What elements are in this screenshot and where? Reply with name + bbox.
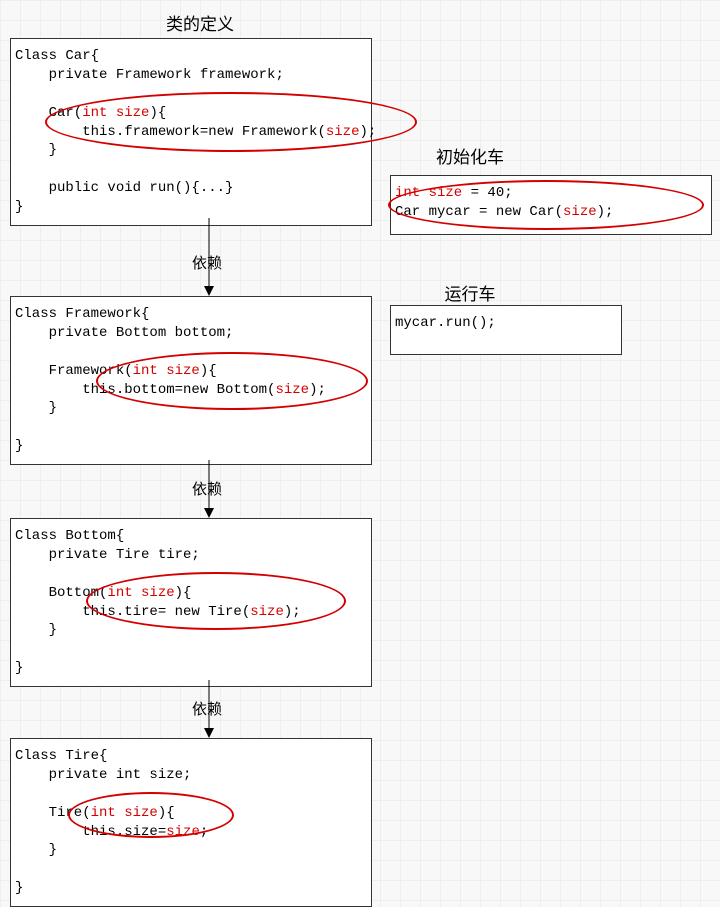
codebox-run: mycar.run();	[390, 305, 622, 355]
heading-run-car: 运行车	[430, 280, 510, 305]
code-line: this.size=	[15, 824, 166, 840]
code-line: Class Bottom{	[15, 528, 124, 544]
code-line: Car mycar = new Car(	[395, 204, 563, 220]
code-line: ){	[149, 105, 166, 121]
code-line: mycar.run();	[395, 315, 496, 331]
code-line: );	[309, 382, 326, 398]
heading-init-car: 初始化车	[430, 143, 510, 168]
code-line: private Framework framework;	[15, 67, 284, 83]
code-line: }	[15, 842, 57, 858]
codebox-bottom: Class Bottom{ private Tire tire; Bottom(…	[10, 518, 372, 687]
code-line-hl: size	[563, 204, 597, 220]
code-line: public void run(){...}	[15, 180, 233, 196]
code-line: }	[15, 660, 23, 676]
code-line-hl: int size	[133, 363, 200, 379]
code-line: Framework(	[15, 363, 133, 379]
code-line-hl: int size	[91, 805, 158, 821]
code-line: ){	[175, 585, 192, 601]
code-line: Class Tire{	[15, 748, 107, 764]
code-line: = 40;	[462, 185, 512, 201]
code-line: Bottom(	[15, 585, 107, 601]
code-line: }	[15, 142, 57, 158]
code-line-hl: int size	[395, 185, 462, 201]
code-line-hl: size	[166, 824, 200, 840]
arrow-label-depend-1: 依赖	[192, 252, 222, 273]
code-line: );	[597, 204, 614, 220]
code-line: }	[15, 880, 23, 896]
code-line: Tire(	[15, 805, 91, 821]
code-line: );	[284, 604, 301, 620]
code-line: }	[15, 199, 23, 215]
code-line: Class Framework{	[15, 306, 149, 322]
code-line: private Tire tire;	[15, 547, 200, 563]
code-line-hl: int size	[82, 105, 149, 121]
code-line-hl: size	[275, 382, 309, 398]
code-line: Car(	[15, 105, 82, 121]
code-line: }	[15, 438, 23, 454]
code-line: this.bottom=new Bottom(	[15, 382, 275, 398]
code-line-hl: size	[326, 124, 360, 140]
codebox-tire: Class Tire{ private int size; Tire(int s…	[10, 738, 372, 907]
code-line: }	[15, 400, 57, 416]
code-line: );	[359, 124, 376, 140]
code-line: this.tire= new Tire(	[15, 604, 250, 620]
code-line: this.framework=new Framework(	[15, 124, 326, 140]
code-line: ){	[158, 805, 175, 821]
codebox-framework: Class Framework{ private Bottom bottom; …	[10, 296, 372, 465]
code-line: private Bottom bottom;	[15, 325, 233, 341]
code-line: private int size;	[15, 767, 191, 783]
code-line: Class Car{	[15, 48, 99, 64]
arrow-label-depend-2: 依赖	[192, 478, 222, 499]
codebox-car: Class Car{ private Framework framework; …	[10, 38, 372, 226]
codebox-init: int size = 40; Car mycar = new Car(size)…	[390, 175, 712, 235]
code-line: }	[15, 622, 57, 638]
code-line: ){	[200, 363, 217, 379]
code-line-hl: int size	[107, 585, 174, 601]
arrow-label-depend-3: 依赖	[192, 698, 222, 719]
code-line: ;	[200, 824, 208, 840]
code-line-hl: size	[250, 604, 284, 620]
heading-class-definition: 类的定义	[155, 10, 245, 35]
